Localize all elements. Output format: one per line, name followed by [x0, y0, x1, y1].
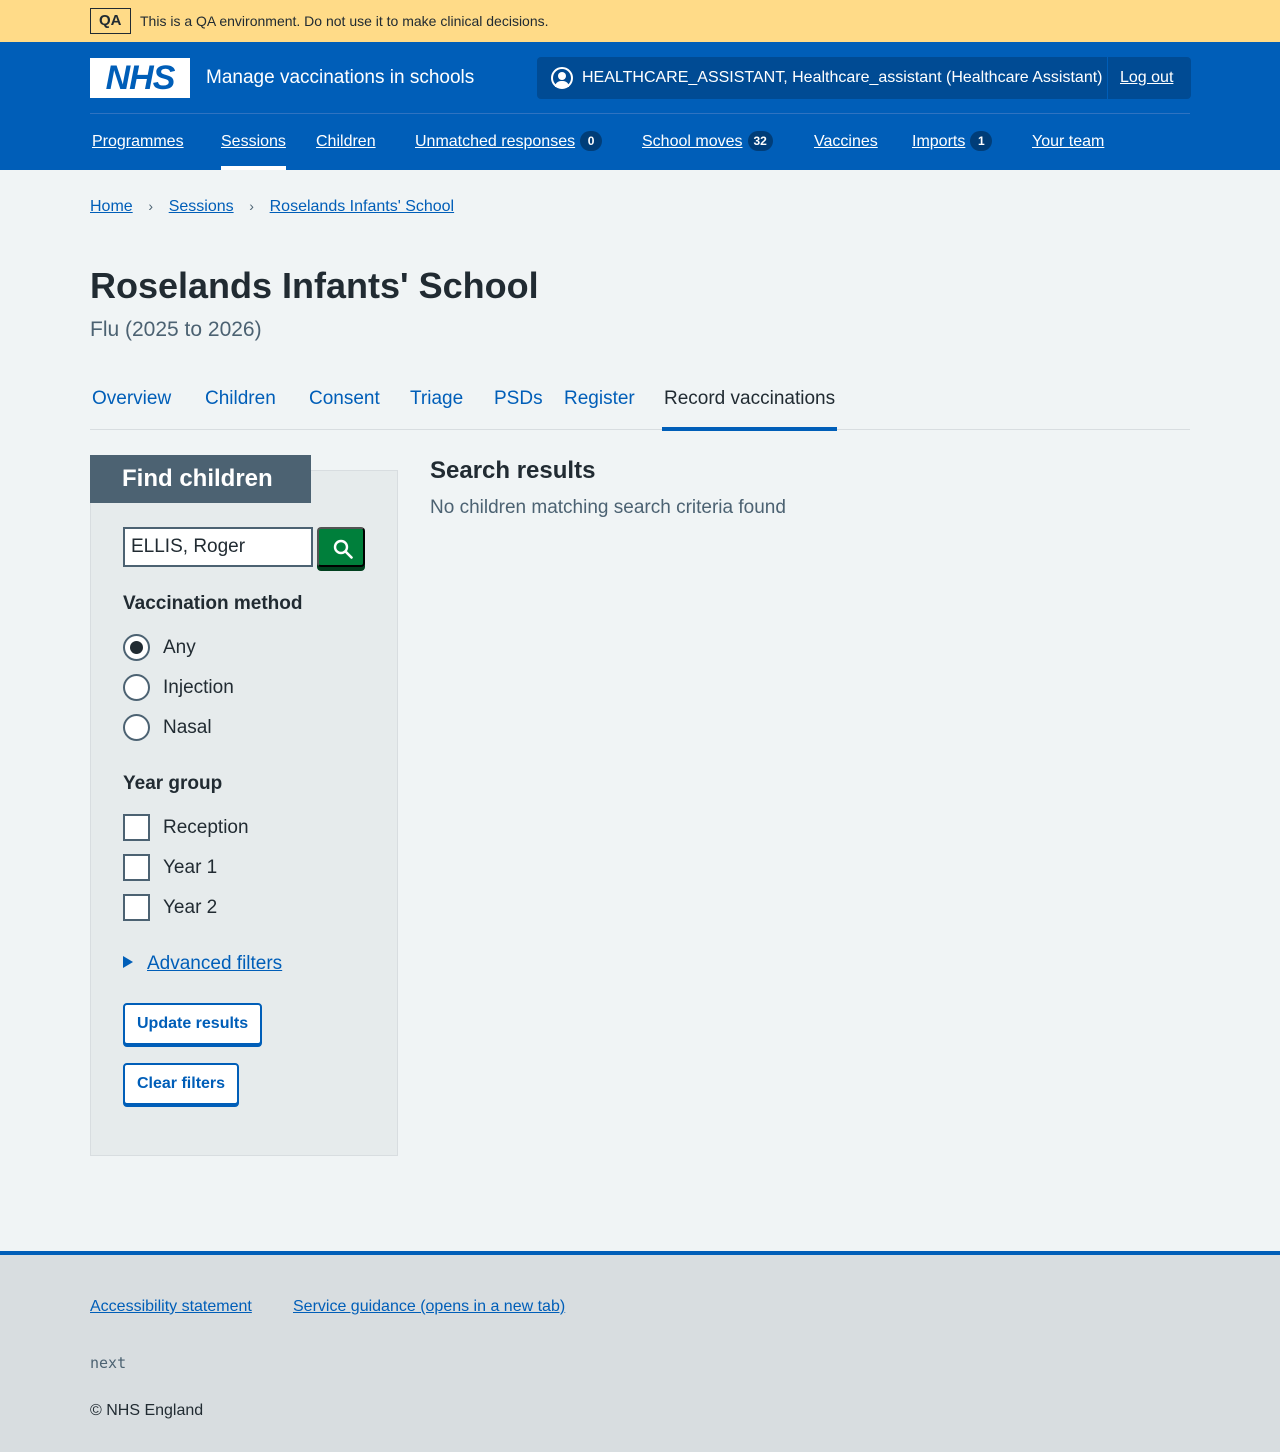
- tab-children[interactable]: Children: [205, 372, 276, 430]
- search-button[interactable]: [317, 527, 365, 567]
- radio-label-nasal[interactable]: Nasal: [163, 716, 212, 740]
- vaccination-method-legend: Vaccination method: [123, 593, 303, 614]
- checkbox-label-reception[interactable]: Reception: [163, 816, 249, 840]
- unmatched-count-badge: 0: [580, 131, 603, 151]
- tab-record-vaccinations[interactable]: Record vaccinations: [662, 372, 838, 431]
- account-name: HEALTHCARE_ASSISTANT, Healthcare_assista…: [582, 69, 1103, 86]
- footer-link-service-guidance[interactable]: Service guidance (opens in a new tab): [293, 1297, 565, 1317]
- search-input[interactable]: [123, 527, 313, 567]
- tab-psds[interactable]: PSDs: [494, 372, 543, 430]
- breadcrumb: Home › Sessions › Roselands Infants' School: [90, 196, 454, 217]
- nav-item-your-team[interactable]: Your team: [1032, 114, 1104, 170]
- radio-any[interactable]: [123, 634, 150, 661]
- copyright: © NHS England: [90, 1402, 204, 1419]
- radio-label-injection[interactable]: Injection: [163, 676, 234, 700]
- tab-triage[interactable]: Triage: [410, 372, 463, 430]
- environment-label: next: [90, 1354, 127, 1372]
- radio-nasal[interactable]: [123, 714, 150, 741]
- chevron-right-icon: ›: [249, 198, 254, 214]
- breadcrumb-sessions[interactable]: Sessions: [169, 198, 234, 215]
- imports-count-badge: 1: [970, 131, 993, 151]
- qa-banner: QA This is a QA environment. Do not use …: [0, 0, 1280, 42]
- qa-banner-text: This is a QA environment. Do not use it …: [140, 13, 549, 29]
- site-footer: Accessibility statement Service guidance…: [0, 1251, 1280, 1452]
- nav-item-children[interactable]: Children: [316, 114, 376, 170]
- advanced-filters-toggle[interactable]: Advanced filters: [123, 952, 282, 976]
- nav-item-unmatched-responses[interactable]: Unmatched responses 0: [415, 114, 603, 170]
- service-name[interactable]: Manage vaccinations in schools: [206, 66, 474, 90]
- site-header: NHS Manage vaccinations in schools HEALT…: [0, 42, 1280, 170]
- radio-injection[interactable]: [123, 674, 150, 701]
- qa-tag: QA: [90, 8, 131, 34]
- chevron-right-icon: ›: [148, 198, 154, 214]
- page-title: Roselands Infants' School: [90, 265, 539, 306]
- school-moves-count-badge: 32: [747, 131, 773, 151]
- filter-heading: Find children: [90, 455, 311, 503]
- breadcrumb-school[interactable]: Roselands Infants' School: [270, 198, 455, 215]
- nav-item-vaccines[interactable]: Vaccines: [814, 114, 878, 170]
- filter-panel: [90, 470, 398, 1156]
- checkbox-reception[interactable]: [123, 814, 150, 841]
- nav-item-sessions[interactable]: Sessions: [221, 114, 286, 170]
- checkbox-year-2[interactable]: [123, 894, 150, 921]
- account-divider: [1107, 57, 1108, 99]
- account-bar: HEALTHCARE_ASSISTANT, Healthcare_assista…: [537, 57, 1191, 99]
- year-group-legend: Year group: [123, 773, 223, 794]
- tab-overview[interactable]: Overview: [92, 372, 171, 430]
- checkbox-year-1[interactable]: [123, 854, 150, 881]
- tab-register[interactable]: Register: [564, 372, 635, 430]
- nav-item-programmes[interactable]: Programmes: [92, 114, 184, 170]
- checkbox-label-year-2[interactable]: Year 2: [163, 896, 217, 920]
- radio-label-any[interactable]: Any: [163, 636, 196, 660]
- breadcrumb-home[interactable]: Home: [90, 198, 133, 215]
- page-caption: Flu (2025 to 2026): [90, 318, 262, 341]
- footer-link-accessibility[interactable]: Accessibility statement: [90, 1297, 252, 1317]
- tab-consent[interactable]: Consent: [309, 372, 380, 430]
- triangle-right-icon: [123, 956, 133, 968]
- primary-nav: Programmes Sessions Children Unmatched r…: [90, 114, 1190, 170]
- update-results-button[interactable]: Update results: [123, 1003, 263, 1045]
- logout-link[interactable]: Log out: [1120, 68, 1173, 88]
- checkbox-label-year-1[interactable]: Year 1: [163, 856, 217, 880]
- nav-item-school-moves[interactable]: School moves 32: [642, 114, 773, 170]
- advanced-filters-label[interactable]: Advanced filters: [147, 953, 282, 974]
- user-circle-icon: [551, 67, 573, 89]
- results-empty-message: No children matching search criteria fou…: [430, 497, 786, 518]
- clear-filters-button[interactable]: Clear filters: [123, 1063, 240, 1105]
- nav-item-imports[interactable]: Imports 1: [912, 114, 993, 170]
- session-tabs: Overview Children Consent Triage PSDs Re…: [90, 372, 1190, 431]
- results-title: Search results: [430, 457, 596, 484]
- nhs-logo[interactable]: NHS: [90, 58, 190, 98]
- search-icon: [333, 539, 353, 559]
